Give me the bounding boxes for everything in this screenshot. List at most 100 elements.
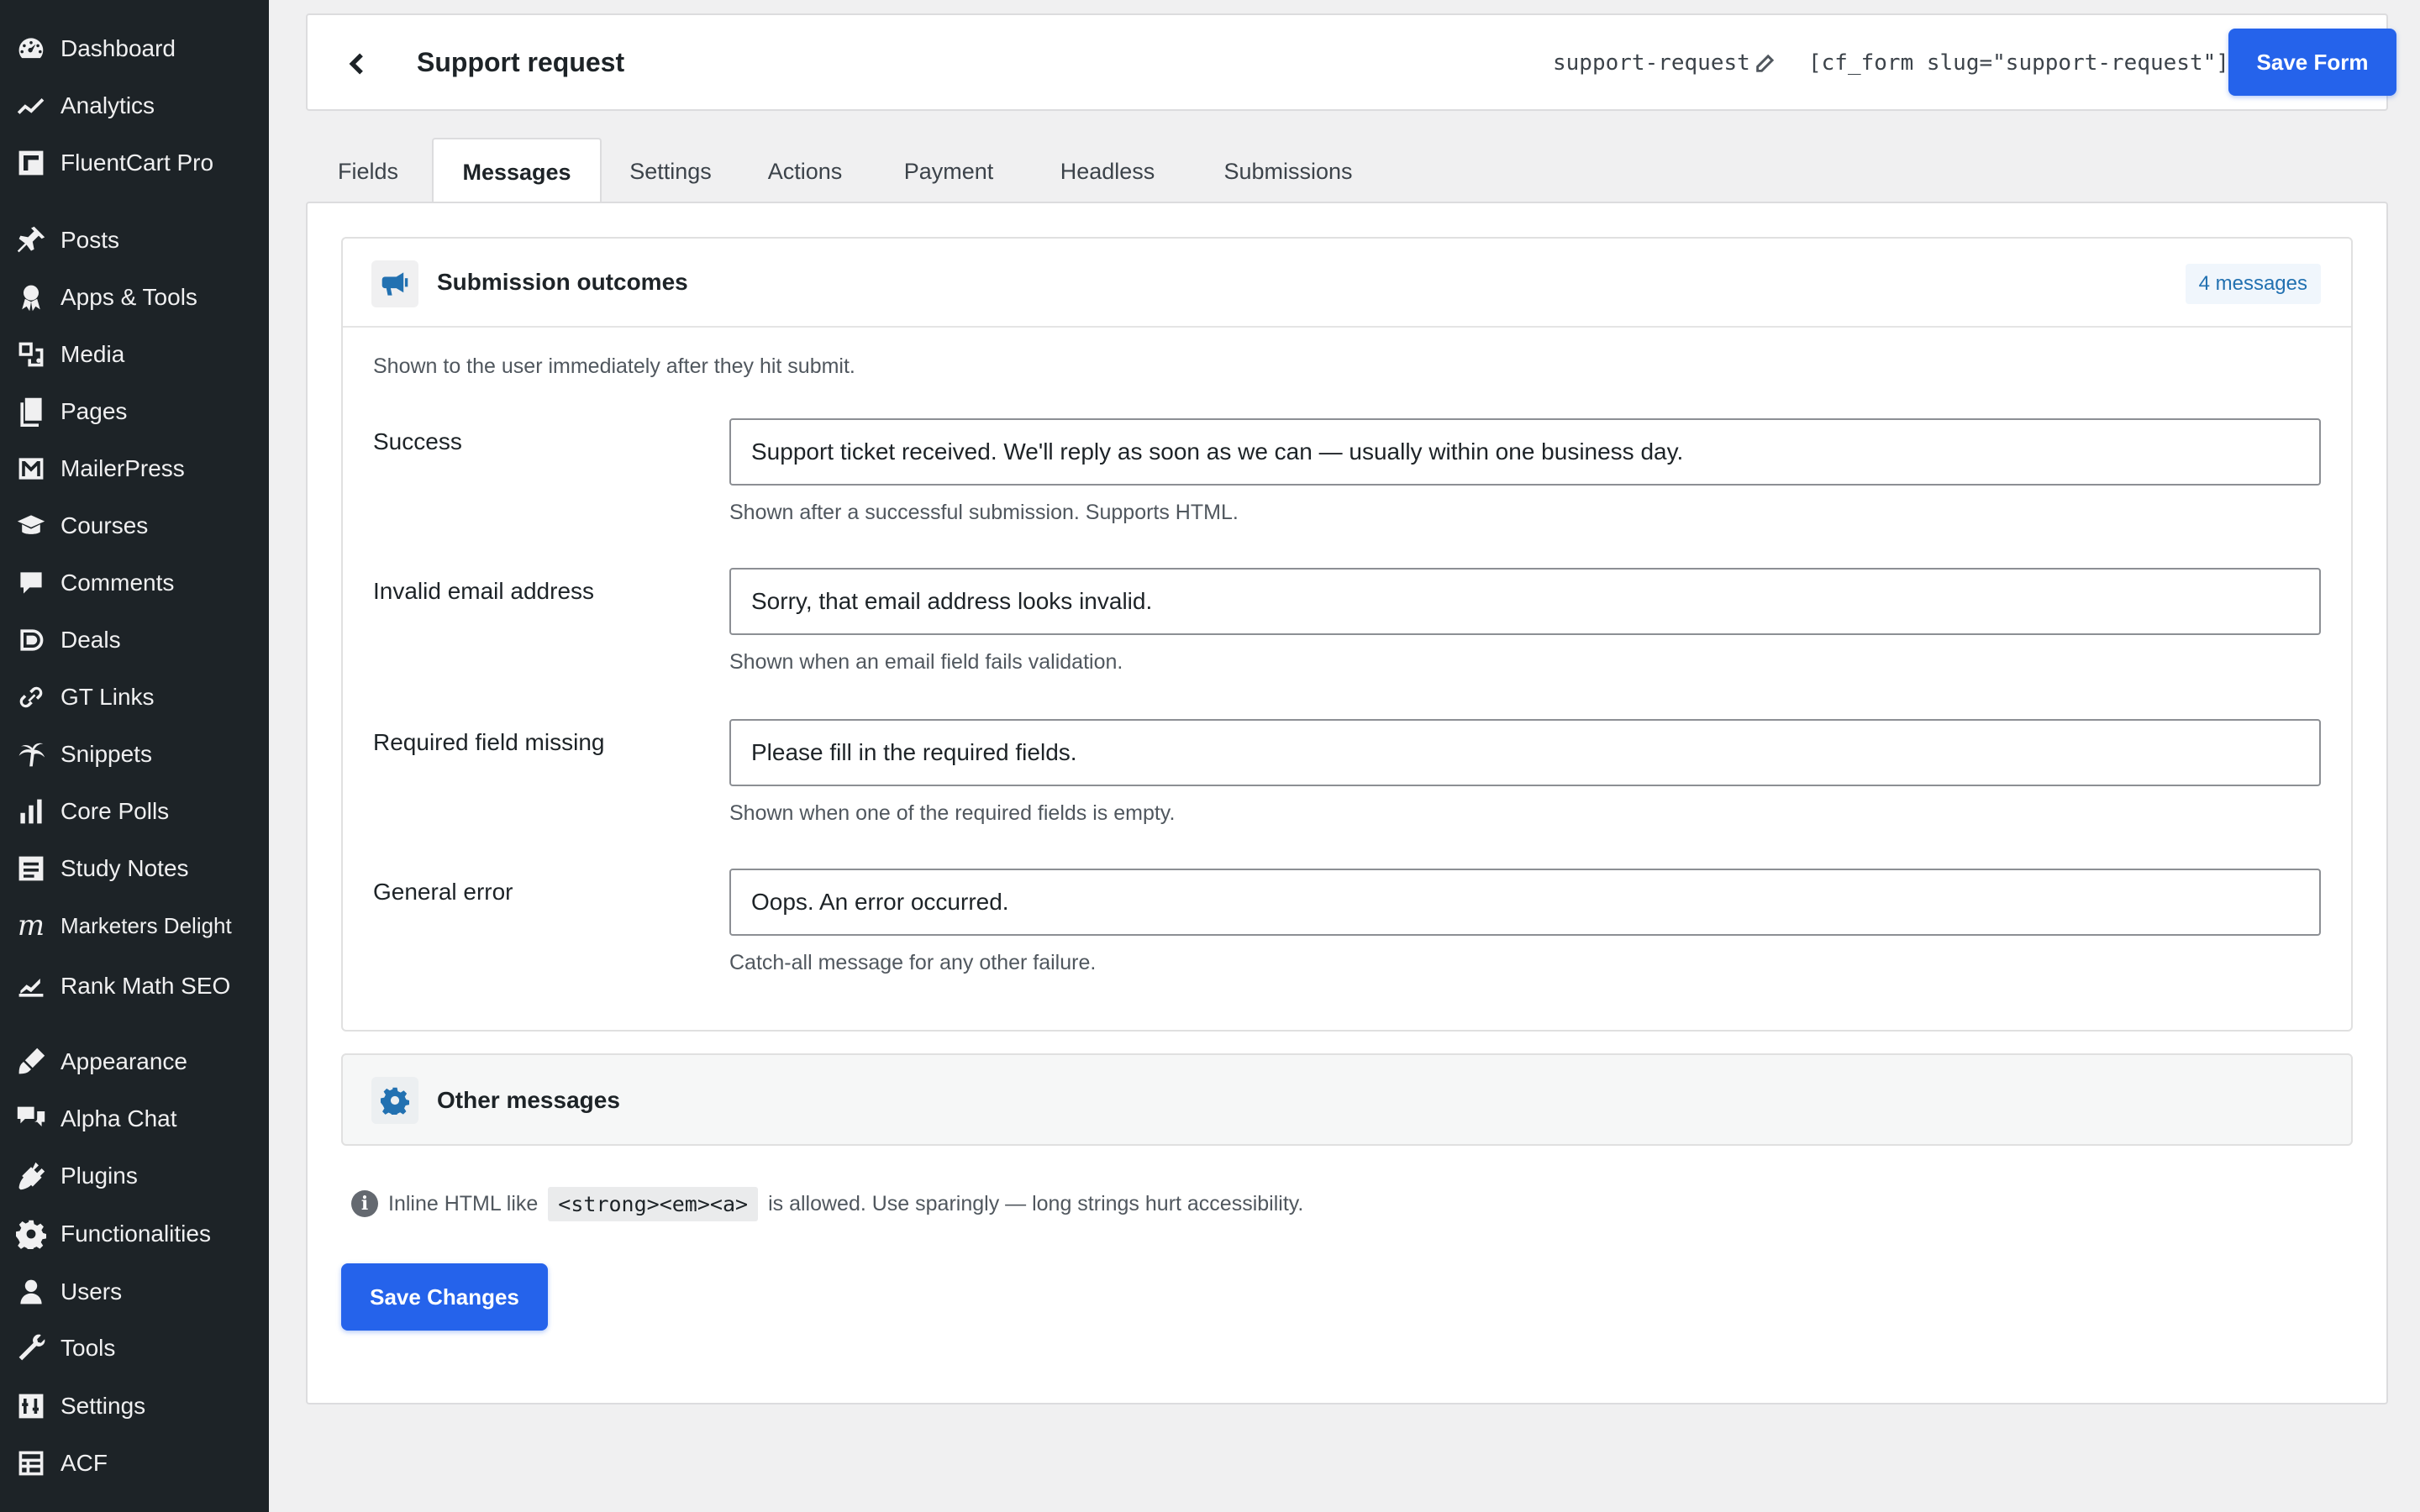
sidebar-item-appearance[interactable]: Appearance	[0, 1038, 269, 1085]
sidebar-item-settings[interactable]: Settings	[0, 1383, 269, 1430]
save-changes-button[interactable]: Save Changes	[341, 1263, 548, 1331]
html-note: i Inline HTML like <strong><em><a> is al…	[351, 1183, 1303, 1225]
sidebar-item-media[interactable]: Media	[0, 331, 269, 378]
sidebar-item-fluentcart[interactable]: FluentCart Pro	[0, 139, 269, 186]
sidebar-item-marketers-delight[interactable]: m Marketers Delight	[0, 902, 269, 949]
tab-headless[interactable]: Headless	[1030, 138, 1185, 205]
sidebar-item-label: Dashboard	[60, 35, 176, 61]
form-shortcode[interactable]: [cf_form slug="support-request"]	[1808, 50, 2229, 76]
appearance-icon	[15, 1046, 47, 1078]
sidebar-item-alpha-chat[interactable]: Alpha Chat	[0, 1095, 269, 1142]
marketers-delight-icon: m	[17, 909, 45, 942]
form-tabs: Fields Messages Settings Actions Payment…	[306, 138, 2388, 207]
invalid-email-help: Shown when an email field fails validati…	[729, 650, 1123, 674]
sidebar-item-label: Settings	[60, 1393, 146, 1419]
mailerpress-icon	[15, 453, 47, 485]
link-icon	[15, 681, 47, 713]
users-icon	[15, 1276, 47, 1308]
sidebar-item-label: Pages	[60, 398, 128, 424]
chat-icon	[15, 1103, 47, 1135]
sidebar-item-study-notes[interactable]: Study Notes	[0, 845, 269, 892]
tab-messages[interactable]: Messages	[432, 138, 602, 207]
messages-content: Submission outcomes 4 messages Shown to …	[306, 202, 2388, 1404]
pages-icon	[15, 396, 47, 428]
sidebar-item-label: Courses	[60, 512, 149, 538]
sidebar-item-label: Plugins	[60, 1163, 138, 1189]
panel-title: Other messages	[437, 1087, 620, 1113]
note-code: <strong><em><a>	[548, 1186, 759, 1221]
sidebar-item-tools[interactable]: Tools	[0, 1325, 269, 1372]
courses-icon	[15, 510, 47, 542]
deals-icon	[15, 624, 47, 656]
sidebar-item-apps-tools[interactable]: Apps & Tools	[0, 274, 269, 321]
sidebar-item-label: Media	[60, 341, 125, 367]
sidebar-item-pages[interactable]: Pages	[0, 388, 269, 435]
fluentcart-icon	[15, 147, 47, 179]
sidebar-item-label: Analytics	[60, 92, 155, 118]
sidebar-item-acf[interactable]: ACF	[0, 1440, 269, 1487]
notes-icon	[15, 853, 47, 885]
tab-fields[interactable]: Fields	[306, 138, 430, 205]
tab-submissions[interactable]: Submissions	[1193, 138, 1383, 205]
tab-settings[interactable]: Settings	[608, 138, 733, 205]
media-icon	[15, 339, 47, 370]
sidebar-item-core-polls[interactable]: Core Polls	[0, 788, 269, 835]
required-missing-input[interactable]: Please fill in the required fields.	[729, 719, 2321, 786]
form-slug: support-request	[1553, 50, 1750, 76]
sidebar-item-mailerpress[interactable]: MailerPress	[0, 445, 269, 492]
required-missing-help: Shown when one of the required fields is…	[729, 801, 1176, 825]
gear-icon	[15, 1218, 47, 1250]
sidebar-item-label: Core Polls	[60, 798, 170, 824]
sidebar-item-dashboard[interactable]: Dashboard	[0, 25, 269, 72]
messages-count-badge: 4 messages	[2185, 264, 2321, 304]
plugins-icon	[15, 1160, 47, 1192]
chevron-left-icon	[349, 53, 363, 75]
save-form-button[interactable]: Save Form	[2228, 29, 2396, 96]
success-help: Shown after a successful submission. Sup…	[729, 501, 1239, 524]
success-message-input[interactable]: Support ticket received. We'll reply as …	[729, 418, 2321, 486]
sidebar-item-posts[interactable]: Posts	[0, 217, 269, 264]
dashboard-icon	[15, 33, 47, 65]
sidebar-item-label: Deals	[60, 627, 121, 653]
wrench-icon	[15, 1332, 47, 1364]
sidebar-item-label: Appearance	[60, 1048, 188, 1074]
sidebar-item-label: Marketers Delight	[60, 912, 232, 938]
panel-title: Submission outcomes	[437, 269, 688, 295]
note-text-after: is allowed. Use sparingly — long strings…	[768, 1191, 1304, 1215]
sidebar-item-functionalities[interactable]: Functionalities	[0, 1210, 269, 1257]
other-messages-panel[interactable]: Other messages	[341, 1053, 2353, 1146]
sidebar-item-label: MailerPress	[60, 455, 185, 481]
sidebar-item-plugins[interactable]: Plugins	[0, 1152, 269, 1200]
sidebar-item-label: Users	[60, 1278, 123, 1305]
analytics-icon	[15, 90, 47, 122]
general-error-help: Catch-all message for any other failure.	[729, 951, 1097, 974]
tab-payment[interactable]: Payment	[877, 138, 1020, 205]
sidebar-item-gt-links[interactable]: GT Links	[0, 674, 269, 721]
sidebar-item-label: GT Links	[60, 684, 155, 710]
sidebar-item-users[interactable]: Users	[0, 1268, 269, 1315]
polls-icon	[15, 795, 47, 827]
sidebar-item-label: Tools	[60, 1335, 116, 1361]
success-label: Success	[373, 428, 462, 454]
general-error-input[interactable]: Oops. An error occurred.	[729, 869, 2321, 936]
sidebar-item-label: FluentCart Pro	[60, 150, 214, 176]
sidebar-item-comments[interactable]: Comments	[0, 559, 269, 606]
sidebar-item-label: Alpha Chat	[60, 1105, 177, 1131]
required-missing-label: Required field missing	[373, 729, 605, 755]
invalid-email-input[interactable]: Sorry, that email address looks invalid.	[729, 568, 2321, 635]
sidebar-item-snippets[interactable]: Snippets	[0, 731, 269, 778]
sidebar-item-analytics[interactable]: Analytics	[0, 82, 269, 129]
rankmath-icon	[15, 970, 47, 1002]
sidebar-item-rank-math[interactable]: Rank Math SEO	[0, 963, 269, 1010]
sidebar-item-label: Rank Math SEO	[60, 973, 231, 999]
back-button[interactable]	[343, 49, 373, 79]
sidebar-item-courses[interactable]: Courses	[0, 502, 269, 549]
main-content: Support request support-request [cf_form…	[269, 0, 2420, 1512]
pencil-icon[interactable]	[1753, 52, 1776, 76]
snippets-icon	[15, 738, 47, 770]
sidebar-item-label: Snippets	[60, 741, 152, 767]
panel-header: Submission outcomes 4 messages	[343, 239, 2351, 328]
sidebar-item-deals[interactable]: Deals	[0, 617, 269, 664]
settings-icon	[15, 1390, 47, 1422]
tab-actions[interactable]: Actions	[743, 138, 867, 205]
